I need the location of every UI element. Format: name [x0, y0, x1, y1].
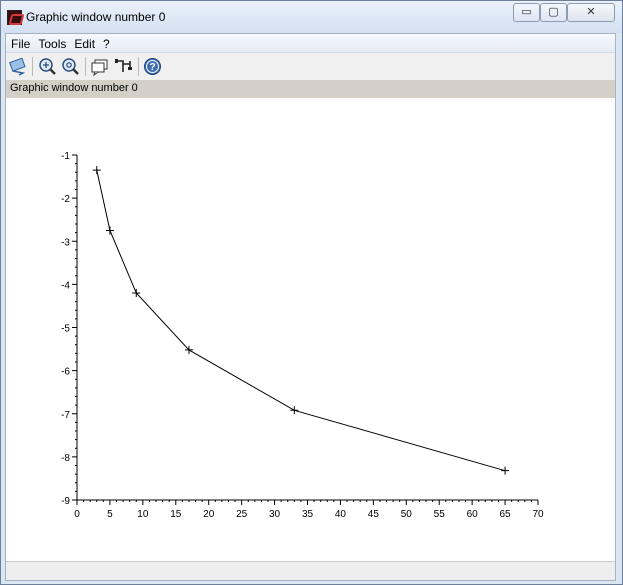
zoom-out-icon[interactable]: [60, 56, 81, 77]
help-icon[interactable]: ?: [142, 56, 163, 77]
data-point-marker: [92, 166, 101, 175]
x-tick-label: 25: [236, 509, 248, 520]
y-tick-label: -7: [61, 410, 70, 421]
rotate-icon[interactable]: [8, 56, 29, 77]
x-tick-label: 10: [137, 509, 149, 520]
graphic-window: Graphic window number 0 ▭ ▢ ✕ File Tools E…: [0, 0, 623, 585]
y-tick-label: -6: [61, 367, 70, 378]
x-tick-label: 50: [401, 509, 413, 520]
menu-help[interactable]: ?: [99, 34, 114, 53]
y-tick-label: -2: [61, 194, 70, 205]
svg-text:?: ?: [149, 62, 155, 73]
x-tick-label: 35: [302, 509, 314, 520]
x-tick-label: 45: [368, 509, 380, 520]
close-button[interactable]: ✕: [567, 3, 615, 22]
menu-edit[interactable]: Edit: [70, 34, 99, 53]
x-tick-label: 55: [434, 509, 446, 520]
data-point-marker: [290, 406, 299, 415]
menu-tools[interactable]: Tools: [34, 34, 70, 53]
line-chart[interactable]: -1 -2 -3 -4 -5 -6 -7 -8 -9 0 5 10 15 20 25 30 35 40 45 50 55…: [6, 98, 615, 561]
minimize-button[interactable]: ▭: [513, 3, 540, 22]
window-title: Graphic window number 0: [26, 10, 166, 24]
y-tick-label: -5: [61, 324, 70, 335]
x-tick-label: 60: [467, 509, 479, 520]
data-point-marker: [105, 226, 114, 235]
toolbar: ?: [6, 53, 615, 80]
scilab-app-icon: [7, 10, 22, 25]
y-tick-label: -8: [61, 453, 70, 464]
toolbar-separator: [32, 57, 33, 76]
y-tick-label: -1: [61, 151, 70, 162]
edit-datatip-icon[interactable]: [113, 56, 134, 77]
menu-file[interactable]: File: [7, 34, 34, 53]
info-bar-text: Graphic window number 0: [10, 82, 138, 94]
status-bar: [6, 561, 615, 580]
x-tick-label: 20: [203, 509, 215, 520]
x-tick-label: 30: [269, 509, 281, 520]
info-bar: Graphic window number 0: [6, 80, 615, 98]
x-tick-label: 70: [532, 509, 544, 520]
toolbar-separator: [85, 57, 86, 76]
toolbar-separator: [138, 57, 139, 76]
zoom-in-icon[interactable]: [37, 56, 58, 77]
x-tick-label: 40: [335, 509, 347, 520]
x-tick-label: 0: [74, 509, 80, 520]
plot-area[interactable]: -1 -2 -3 -4 -5 -6 -7 -8 -9 0 5 10 15 20 25 30 35 40 45 50 55…: [6, 98, 615, 561]
title-bar[interactable]: Graphic window number 0 ▭ ▢ ✕: [1, 1, 622, 33]
y-tick-label: -3: [61, 237, 70, 248]
x-tick-label: 5: [107, 509, 113, 520]
series-line: [96, 169, 506, 472]
y-tick-label: -4: [61, 280, 70, 291]
datatip-icon[interactable]: [90, 56, 111, 77]
client-area: File Tools Edit? ? Graphic window number…: [5, 33, 616, 581]
x-tick-label: 65: [500, 509, 512, 520]
x-tick-label: 15: [170, 509, 182, 520]
menu-bar: File Tools Edit?: [6, 34, 615, 53]
maximize-button[interactable]: ▢: [540, 3, 567, 22]
y-tick-label: -9: [61, 496, 70, 507]
data-point-marker: [501, 466, 510, 475]
